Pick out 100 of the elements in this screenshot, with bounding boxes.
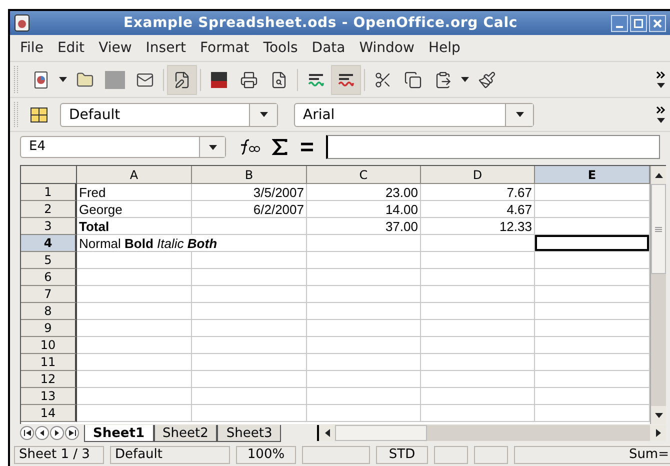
table-cell[interactable]	[192, 252, 307, 269]
table-cell[interactable]	[421, 388, 535, 405]
table-cell[interactable]	[421, 303, 535, 320]
table-cell[interactable]	[77, 388, 192, 405]
first-sheet-button[interactable]	[20, 426, 34, 440]
menu-item[interactable]: Window	[353, 38, 420, 58]
table-cell[interactable]	[192, 286, 307, 303]
close-button[interactable]	[649, 14, 666, 32]
table-cell[interactable]	[421, 337, 535, 354]
active-cell[interactable]	[535, 235, 649, 251]
scroll-thumb[interactable]	[335, 425, 428, 441]
table-cell[interactable]	[307, 405, 421, 422]
menu-item[interactable]: Edit	[51, 38, 91, 58]
table-cell[interactable]	[421, 354, 535, 371]
row-header[interactable]: 6	[21, 269, 77, 286]
edit-document-button[interactable]	[167, 64, 197, 94]
row-header[interactable]: 3	[21, 218, 77, 235]
table-cell[interactable]: 12.33	[421, 218, 535, 235]
table-cell[interactable]	[421, 235, 535, 252]
table-cell[interactable]	[77, 320, 192, 337]
table-cell[interactable]	[77, 269, 192, 286]
sheet-tab[interactable]: Sheet1	[84, 425, 154, 442]
table-cell[interactable]	[192, 388, 307, 405]
row-header[interactable]: 14	[21, 405, 77, 422]
menu-item[interactable]: Format	[194, 38, 256, 58]
column-header[interactable]: C	[307, 166, 421, 184]
table-cell[interactable]	[192, 320, 307, 337]
table-cell[interactable]	[77, 337, 192, 354]
row-header[interactable]: 11	[21, 354, 77, 371]
table-cell[interactable]	[307, 320, 421, 337]
dropdown-button[interactable]	[505, 104, 533, 126]
table-cell[interactable]: George	[77, 201, 192, 218]
name-box[interactable]: E4	[20, 136, 226, 158]
dropdown-button[interactable]	[249, 104, 277, 126]
menu-item[interactable]: File	[14, 38, 50, 58]
table-cell[interactable]	[421, 371, 535, 388]
row-header[interactable]: 1	[21, 184, 77, 201]
font-dropdown[interactable]: Arial	[294, 102, 534, 126]
table-cell[interactable]	[77, 303, 192, 320]
scroll-thumb[interactable]	[651, 184, 666, 274]
dropdown-button[interactable]	[199, 137, 225, 157]
table-cell[interactable]	[307, 388, 421, 405]
table-cell[interactable]: 7.67	[421, 184, 535, 201]
table-cell[interactable]: 14.00	[307, 201, 421, 218]
table-cell[interactable]	[307, 303, 421, 320]
equals-icon[interactable]	[300, 142, 314, 152]
column-header[interactable]: A	[77, 166, 192, 184]
table-cell[interactable]	[77, 286, 192, 303]
column-header[interactable]: E	[535, 166, 650, 184]
table-cell[interactable]	[421, 286, 535, 303]
style-dropdown[interactable]: Default	[60, 102, 278, 126]
table-cell[interactable]	[192, 303, 307, 320]
corner-header[interactable]	[21, 166, 77, 184]
styles-icon[interactable]	[30, 106, 48, 122]
table-cell[interactable]	[307, 286, 421, 303]
menu-item[interactable]: Tools	[257, 38, 304, 58]
toolbar-grip[interactable]	[14, 66, 18, 93]
table-cell[interactable]: Normal Bold Italic Both	[77, 235, 307, 252]
table-cell[interactable]: Total	[77, 218, 192, 235]
row-header[interactable]: 9	[21, 320, 77, 337]
table-cell[interactable]	[192, 371, 307, 388]
caret-icon[interactable]	[657, 83, 665, 88]
menu-item[interactable]: View	[92, 38, 138, 58]
table-cell[interactable]	[307, 337, 421, 354]
row-header[interactable]: 4	[21, 235, 77, 252]
table-cell[interactable]	[307, 235, 421, 252]
table-cell[interactable]	[192, 269, 307, 286]
table-cell[interactable]	[192, 337, 307, 354]
menu-item[interactable]: Help	[422, 38, 466, 58]
column-header[interactable]: B	[192, 166, 307, 184]
row-header[interactable]: 10	[21, 337, 77, 354]
formula-input[interactable]	[326, 135, 660, 159]
table-cell[interactable]	[421, 269, 535, 286]
table-cell[interactable]	[307, 252, 421, 269]
table-cell[interactable]	[421, 320, 535, 337]
table-cell[interactable]: 6/2/2007	[192, 201, 307, 218]
last-sheet-button[interactable]	[65, 426, 79, 440]
sheet-tab[interactable]: Sheet3	[217, 425, 282, 442]
caret-icon[interactable]	[657, 118, 665, 123]
table-cell[interactable]	[307, 371, 421, 388]
table-cell[interactable]	[307, 269, 421, 286]
row-header[interactable]: 13	[21, 388, 77, 405]
table-cell[interactable]: 3/5/2007	[192, 184, 307, 201]
table-cell[interactable]	[77, 252, 192, 269]
toolbar-grip[interactable]	[14, 102, 18, 127]
table-cell[interactable]: 23.00	[307, 184, 421, 201]
scroll-up-button[interactable]	[651, 166, 666, 184]
row-header[interactable]: 7	[21, 286, 77, 303]
function-wizard-icon[interactable]	[238, 139, 260, 155]
table-cell[interactable]	[192, 405, 307, 422]
next-sheet-button[interactable]	[50, 426, 64, 440]
more-icon[interactable]	[656, 71, 666, 79]
horizontal-scrollbar[interactable]	[317, 425, 666, 441]
table-cell[interactable]	[77, 405, 192, 422]
scroll-down-button[interactable]	[651, 406, 666, 424]
row-header[interactable]: 2	[21, 201, 77, 218]
more-icon[interactable]	[656, 106, 666, 114]
menu-item[interactable]: Data	[306, 38, 352, 58]
table-cell[interactable]: 37.00	[307, 218, 421, 235]
scroll-right-button[interactable]	[650, 425, 666, 441]
